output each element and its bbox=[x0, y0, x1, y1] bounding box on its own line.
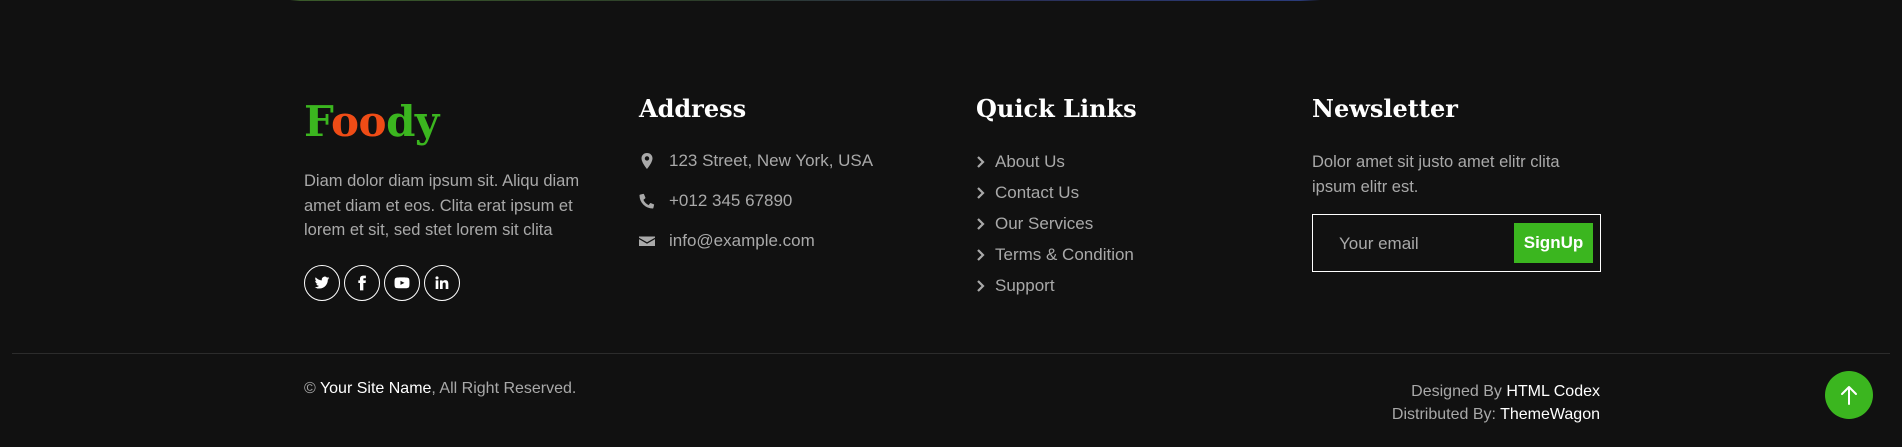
link-support[interactable]: Support bbox=[976, 276, 1055, 296]
brand-letter-f: F bbox=[304, 97, 332, 146]
designed-by-line: Designed By HTML Codex bbox=[1392, 380, 1600, 403]
map-marker-icon bbox=[641, 153, 653, 169]
quick-links-heading: Quick Links bbox=[976, 94, 1137, 123]
chevron-right-icon bbox=[977, 249, 985, 261]
chevron-right-icon bbox=[977, 280, 985, 292]
copyright-suffix: , All Right Reserved. bbox=[431, 380, 577, 397]
link-label[interactable]: Our Services bbox=[995, 214, 1093, 234]
link-terms[interactable]: Terms & Condition bbox=[976, 245, 1134, 265]
newsletter-heading: Newsletter bbox=[1312, 94, 1458, 123]
footer: Foody Diam dolor diam ipsum sit. Aliqu d… bbox=[304, 0, 1601, 353]
themewagon-link[interactable]: ThemeWagon bbox=[1500, 406, 1600, 423]
chevron-right-icon bbox=[977, 218, 985, 230]
html-codex-link[interactable]: HTML Codex bbox=[1506, 383, 1600, 400]
copyright: © Your Site Name, All Right Reserved. bbox=[304, 380, 576, 398]
distributed-by-line: Distributed By: ThemeWagon bbox=[1392, 403, 1600, 426]
twitter-icon bbox=[314, 276, 330, 289]
link-label[interactable]: About Us bbox=[995, 152, 1065, 172]
link-label[interactable]: Terms & Condition bbox=[995, 245, 1134, 265]
brand-logo[interactable]: Foody bbox=[304, 98, 439, 146]
brand-letters-dy: dy bbox=[386, 97, 439, 146]
phone-icon bbox=[639, 193, 655, 209]
facebook-button[interactable] bbox=[344, 265, 380, 301]
credits: Designed By HTML Codex Distributed By: T… bbox=[1392, 380, 1600, 426]
copyright-symbol: © bbox=[304, 380, 320, 397]
linkedin-icon bbox=[435, 276, 449, 289]
linkedin-button[interactable] bbox=[424, 265, 460, 301]
link-about-us[interactable]: About Us bbox=[976, 152, 1065, 172]
chevron-right-icon bbox=[977, 187, 985, 199]
link-label[interactable]: Support bbox=[995, 276, 1055, 296]
back-to-top-button[interactable] bbox=[1825, 371, 1873, 419]
newsletter-email-input[interactable] bbox=[1337, 225, 1511, 263]
designed-by-label: Designed By bbox=[1411, 383, 1507, 400]
chevron-right-icon bbox=[977, 156, 985, 168]
envelope-icon bbox=[639, 236, 655, 246]
brand-letters-oo: oo bbox=[331, 97, 387, 146]
signup-button[interactable]: SignUp bbox=[1514, 223, 1593, 263]
facebook-icon bbox=[358, 275, 366, 291]
about-text: Diam dolor diam ipsum sit. Aliqu diam am… bbox=[304, 172, 580, 239]
youtube-icon bbox=[394, 277, 410, 289]
link-label[interactable]: Contact Us bbox=[995, 183, 1079, 203]
phone-text: +012 345 67890 bbox=[669, 191, 793, 210]
link-our-services[interactable]: Our Services bbox=[976, 214, 1093, 234]
address-text: 123 Street, New York, USA bbox=[669, 151, 874, 170]
footer-divider bbox=[12, 353, 1890, 354]
twitter-button[interactable] bbox=[304, 265, 340, 301]
email-text: info@example.com bbox=[669, 231, 815, 250]
address-item: 123 Street, New York, USA bbox=[639, 151, 873, 171]
address-heading: Address bbox=[639, 94, 747, 123]
social-links bbox=[304, 265, 460, 301]
newsletter-form: SignUp bbox=[1312, 214, 1601, 272]
arrow-up-icon bbox=[1841, 386, 1857, 405]
email-item: info@example.com bbox=[639, 231, 815, 251]
newsletter-text: Dolor amet sit justo amet elitr clita ip… bbox=[1312, 153, 1560, 196]
youtube-button[interactable] bbox=[384, 265, 420, 301]
phone-item: +012 345 67890 bbox=[639, 191, 792, 211]
link-contact-us[interactable]: Contact Us bbox=[976, 183, 1079, 203]
distributed-by-label: Distributed By: bbox=[1391, 406, 1501, 423]
site-name-link[interactable]: Your Site Name bbox=[320, 380, 431, 397]
